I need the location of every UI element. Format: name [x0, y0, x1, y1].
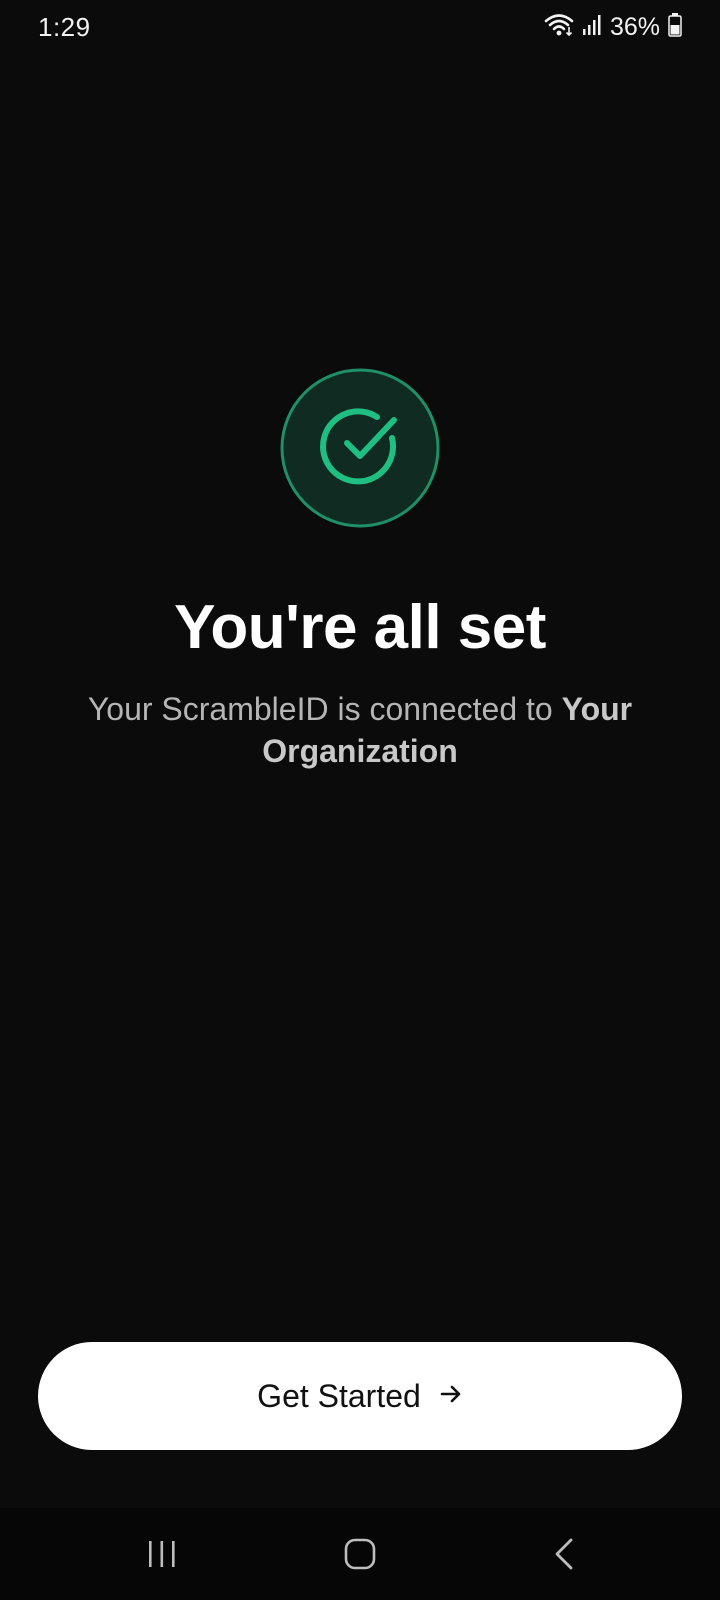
get-started-label: Get Started: [257, 1377, 421, 1414]
status-time: 1:29: [38, 12, 91, 42]
battery-icon: [668, 12, 682, 42]
system-nav-bar: [0, 1508, 720, 1600]
connection-message: Your ScrambleID is connected to Your Org…: [50, 688, 670, 772]
status-indicators: 36%: [544, 12, 682, 42]
page-title: You're all set: [174, 593, 546, 662]
back-icon[interactable]: [534, 1528, 594, 1580]
battery-percentage: 36%: [609, 12, 660, 41]
wifi-icon: [544, 12, 574, 43]
screen: 1:29 36% You're all set Your ScrambleID …: [0, 0, 720, 1600]
arrow-right-icon: [439, 1382, 463, 1411]
check-circle-icon: [280, 368, 440, 528]
connection-message-text: Your ScrambleID is connected to: [87, 691, 562, 727]
home-icon[interactable]: [330, 1528, 390, 1580]
recent-apps-icon[interactable]: [132, 1528, 192, 1580]
status-bar: 1:29 36%: [0, 0, 720, 56]
get-started-button[interactable]: Get Started: [38, 1342, 682, 1450]
signal-icon: [582, 14, 602, 41]
